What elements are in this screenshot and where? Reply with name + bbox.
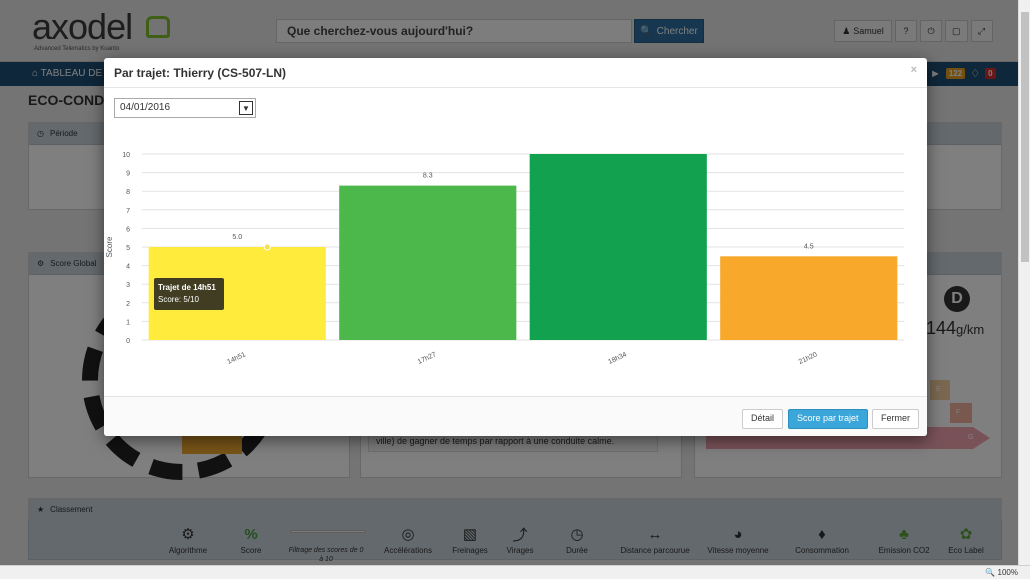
y-tick-label: 4 bbox=[126, 264, 130, 271]
modal-title: Par trajet: Thierry (CS-507-LN) bbox=[114, 66, 287, 80]
x-tick-label: 21h20 bbox=[798, 351, 819, 366]
x-tick-label: 14h51 bbox=[226, 351, 247, 366]
date-select-value: 04/01/2016 bbox=[120, 102, 171, 113]
zoom-level[interactable]: 100% bbox=[998, 568, 1018, 577]
y-tick-label: 10 bbox=[122, 152, 130, 159]
x-tick-label: 18h34 bbox=[607, 351, 628, 366]
modal-footer: Détail Score par trajet Fermer bbox=[104, 396, 927, 436]
bar-data-label: 4.5 bbox=[804, 243, 814, 250]
chevron-down-icon[interactable]: ▼ bbox=[239, 101, 253, 115]
page-scrollbar[interactable] bbox=[1018, 0, 1030, 565]
y-tick-label: 1 bbox=[126, 319, 130, 326]
bar-data-label: 5.0 bbox=[232, 234, 242, 241]
y-tick-label: 5 bbox=[126, 245, 130, 252]
y-tick-label: 3 bbox=[126, 282, 130, 289]
y-tick-label: 0 bbox=[126, 338, 130, 345]
date-select[interactable]: 04/01/2016 ▼ bbox=[114, 98, 256, 118]
scrollbar-thumb[interactable] bbox=[1021, 12, 1029, 262]
status-bar: 🔍 100% bbox=[0, 565, 1030, 579]
y-tick-label: 8 bbox=[126, 189, 130, 196]
y-tick-label: 9 bbox=[126, 171, 130, 178]
y-tick-label: 6 bbox=[126, 226, 130, 233]
trip-score-modal: Par trajet: Thierry (CS-507-LN) × 04/01/… bbox=[104, 58, 927, 436]
tooltip-title: Trajet de 14h51 bbox=[158, 283, 216, 292]
y-axis-label: Score bbox=[105, 236, 114, 257]
chart-bar[interactable] bbox=[720, 256, 898, 340]
close-button[interactable]: Fermer bbox=[872, 409, 919, 429]
tooltip-score: Score: 5/10 bbox=[158, 295, 199, 304]
close-icon[interactable]: × bbox=[911, 64, 917, 76]
x-tick-label: 17h27 bbox=[417, 351, 438, 366]
detail-button[interactable]: Détail bbox=[742, 409, 784, 429]
chart-bar[interactable] bbox=[529, 154, 707, 340]
modal-header: Par trajet: Thierry (CS-507-LN) × bbox=[104, 58, 927, 88]
chart-bar[interactable] bbox=[339, 185, 517, 340]
trip-score-chart: 0 1 2 3 4 5 6 7 8 9 10 Score 5.0 14h51 8.3 17h27 18h34 4.… bbox=[104, 128, 927, 390]
score-per-trip-button[interactable]: Score par trajet bbox=[788, 409, 868, 429]
y-tick-label: 7 bbox=[126, 208, 130, 215]
y-tick-label: 2 bbox=[126, 301, 130, 308]
bar-data-label: 8.3 bbox=[423, 173, 433, 180]
zoom-icon: 🔍 bbox=[985, 568, 996, 577]
chart-svg: 0 1 2 3 4 5 6 7 8 9 10 Score 5.0 14h51 8.3 17h27 18h34 4.… bbox=[105, 152, 904, 366]
hover-marker bbox=[263, 243, 271, 251]
chart-tooltip: Trajet de 14h51 Score: 5/10 bbox=[154, 278, 224, 310]
